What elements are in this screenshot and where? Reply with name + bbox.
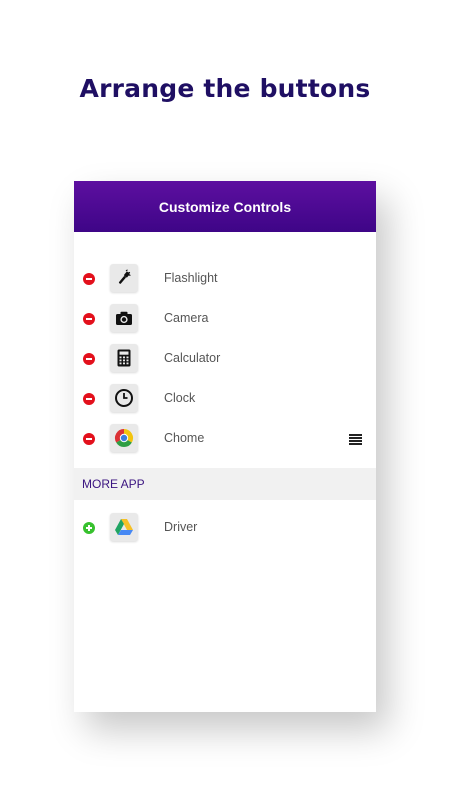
drag-handle-icon[interactable] [349, 434, 362, 445]
control-label: Clock [164, 391, 196, 405]
more-app-label: Driver [164, 520, 198, 534]
control-label: Camera [164, 311, 209, 325]
promo-headline: Arrange the buttons [79, 74, 371, 103]
more-app-row-drive[interactable]: Driver [74, 510, 376, 546]
more-apps-title: MORE APP [82, 477, 145, 491]
control-row-chrome[interactable]: Chome [74, 421, 376, 457]
google-drive-icon [110, 513, 138, 541]
flashlight-icon [110, 264, 138, 292]
remove-icon[interactable] [83, 273, 95, 285]
remove-icon[interactable] [83, 313, 95, 325]
control-label: Chome [164, 431, 205, 445]
control-label: Flashlight [164, 271, 218, 285]
phone-screen: Customize Controls Flashlight Camera Cal… [74, 181, 376, 712]
remove-icon[interactable] [83, 353, 95, 365]
calculator-icon [110, 344, 138, 372]
chrome-icon [110, 424, 138, 452]
control-row-flashlight[interactable]: Flashlight [74, 261, 376, 297]
control-row-calculator[interactable]: Calculator [74, 341, 376, 377]
add-icon[interactable] [83, 522, 95, 534]
remove-icon[interactable] [83, 433, 95, 445]
toolbar: Customize Controls [74, 181, 376, 232]
clock-icon [110, 384, 138, 412]
remove-icon[interactable] [83, 393, 95, 405]
control-row-camera[interactable]: Camera [74, 301, 376, 337]
control-row-clock[interactable]: Clock [74, 381, 376, 417]
more-apps-header: MORE APP [74, 468, 376, 500]
toolbar-title: Customize Controls [158, 198, 292, 215]
camera-icon [110, 304, 138, 332]
control-label: Calculator [164, 351, 221, 365]
